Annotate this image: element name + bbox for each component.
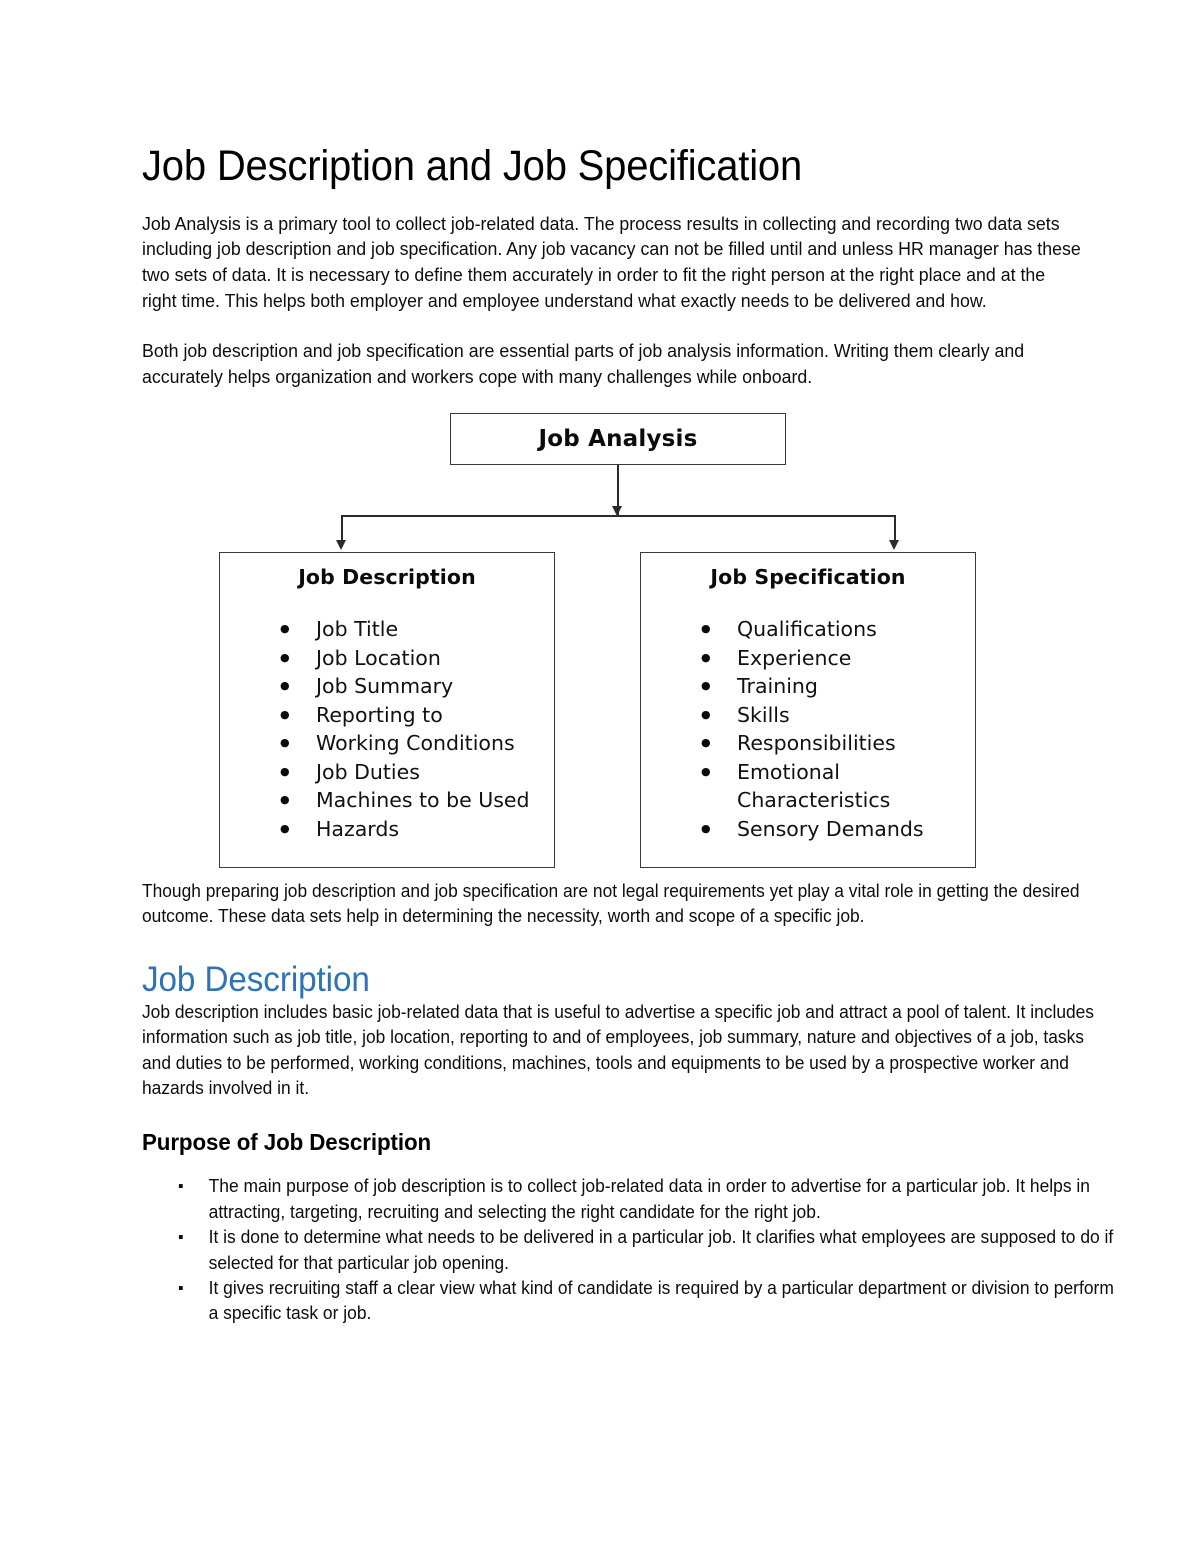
purpose-bullet-list: The main purpose of job description is t…: [142, 1174, 1158, 1326]
connector-horizontal-branch: [341, 515, 895, 517]
list-item: It is done to determine what needs to be…: [178, 1225, 1117, 1276]
diagram-node-job-analysis-label: Job Analysis: [538, 426, 698, 453]
list-item: Responsibilities: [701, 728, 975, 757]
list-item: It gives recruiting staff a clear view w…: [178, 1276, 1117, 1327]
after-diagram-paragraph: Though preparing job description and job…: [142, 881, 1080, 927]
list-item: Sensory Demands: [701, 814, 975, 843]
list-item: Qualifications: [701, 614, 975, 643]
list-item: Job Duties: [280, 757, 554, 786]
connector-right-vertical: [894, 515, 896, 542]
document-body: Job Description and Job Specification Jo…: [142, 0, 1114, 1327]
document-page: Job Description and Job Specification Jo…: [0, 0, 1200, 1553]
list-item: Reporting to: [280, 700, 554, 729]
list-item: Job Summary: [280, 671, 554, 700]
page-title: Job Description and Job Specification: [142, 142, 803, 190]
list-item: Experience: [701, 643, 975, 672]
connector-left-vertical: [341, 515, 343, 542]
list-item: Job Title: [280, 614, 554, 643]
diagram-job-specification-list: Qualifications Experience Training Skill…: [641, 614, 975, 843]
section-heading-job-description: Job Description: [142, 960, 370, 1000]
diagram-node-job-analysis: Job Analysis: [450, 413, 786, 466]
diagram-node-job-description-label: Job Description: [298, 565, 476, 590]
list-item: Job Location: [280, 643, 554, 672]
intro-paragraph-2: Both job description and job specificati…: [142, 340, 1025, 387]
diagram-node-job-specification: Job Specification Qualifications Experie…: [640, 552, 976, 869]
arrowhead-left-down-icon: [336, 540, 346, 551]
list-item: Hazards: [280, 814, 554, 843]
diagram-node-job-specification-label: Job Specification: [710, 565, 906, 590]
intro-paragraph-1: Job Analysis is a primary tool to collec…: [142, 212, 1081, 311]
subsection-heading-purpose: Purpose of Job Description: [142, 1129, 432, 1156]
diagram-job-description-list: Job Title Job Location Job Summary Repor…: [220, 614, 554, 843]
list-item: Training: [701, 671, 975, 700]
list-item: The main purpose of job description is t…: [178, 1174, 1117, 1225]
arrowhead-right-down-icon: [889, 540, 899, 551]
list-item: Emotional Characteristics: [701, 757, 975, 815]
list-item: Skills: [701, 700, 975, 729]
list-item: Machines to be Used: [280, 785, 554, 814]
section-paragraph: Job description includes basic job-relat…: [142, 1001, 1095, 1098]
job-analysis-diagram: Job Analysis Job Description Job Title J…: [142, 407, 1042, 879]
list-item: Working Conditions: [280, 728, 554, 757]
diagram-node-job-description: Job Description Job Title Job Location J…: [219, 552, 555, 869]
